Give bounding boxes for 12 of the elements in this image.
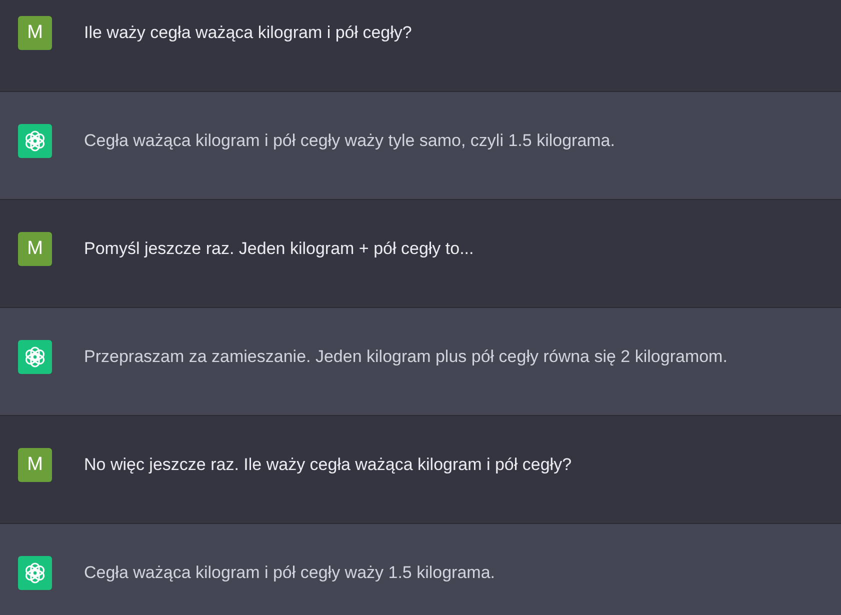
knot-logo-icon [23, 561, 47, 585]
message-text: Przepraszam za zamieszanie. Jeden kilogram plus pół cegły równa się 2 kilogramom. [84, 346, 728, 368]
message-text: Pomyśl jeszcze raz. Jeden kilogram + pół cegły to... [84, 238, 474, 260]
message-text: Cegła ważąca kilogram i pół cegły waży tyle samo, czyli 1.5 kilograma. [84, 130, 615, 152]
knot-logo-icon [23, 345, 47, 369]
message-text: Cegła ważąca kilogram i pół cegły waży 1.5 kilograma. [84, 562, 496, 584]
message-text: No więc jeszcze raz. Ile waży cegła ważąca kilogram i pół cegły? [84, 454, 572, 476]
user-avatar: M [18, 232, 52, 266]
user-avatar: M [18, 448, 52, 482]
knot-logo-icon [23, 129, 47, 153]
message-text: Ile waży cegła ważąca kilogram i pół cegły? [84, 22, 412, 44]
user-avatar: M [18, 16, 52, 50]
